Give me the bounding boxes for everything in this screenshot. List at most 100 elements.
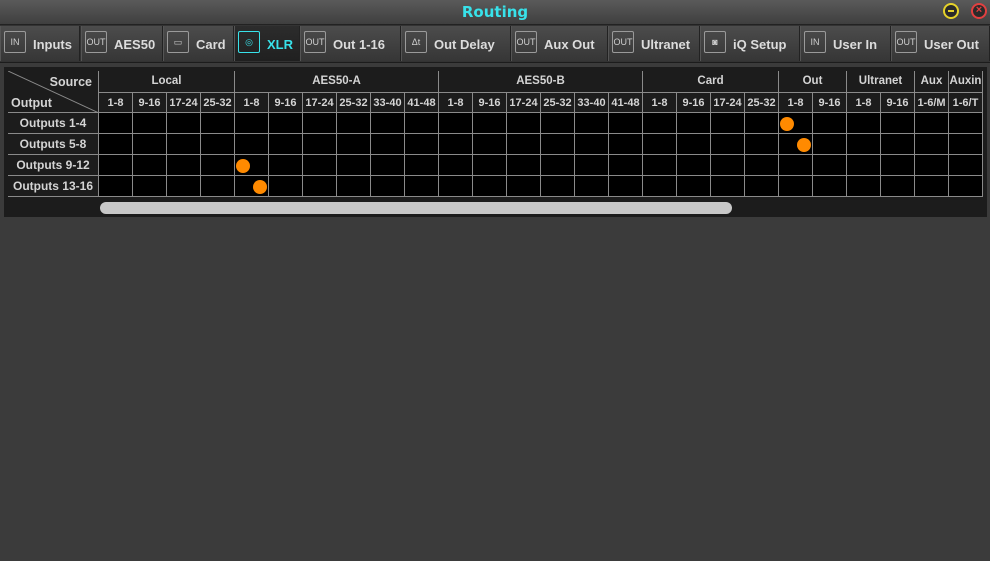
- routing-cell[interactable]: [949, 176, 983, 197]
- routing-cell[interactable]: [609, 134, 643, 155]
- routing-cell[interactable]: [337, 176, 371, 197]
- routing-cell[interactable]: [711, 176, 745, 197]
- routing-cell[interactable]: [99, 134, 133, 155]
- routing-cell[interactable]: [99, 113, 133, 134]
- horizontal-scrollbar[interactable]: [96, 201, 736, 215]
- routing-cell[interactable]: [677, 134, 711, 155]
- routing-cell[interactable]: [779, 176, 813, 197]
- routing-cell[interactable]: [711, 134, 745, 155]
- routing-cell[interactable]: [337, 134, 371, 155]
- tab-iq-setup[interactable]: ◙ iQ Setup: [700, 26, 800, 61]
- routing-cell[interactable]: [303, 134, 337, 155]
- routing-cell[interactable]: [133, 113, 167, 134]
- routing-cell[interactable]: [881, 113, 915, 134]
- routing-cell[interactable]: [405, 113, 439, 134]
- tab-xlr[interactable]: ◎ XLR: [234, 26, 300, 61]
- tab-out-1-16[interactable]: OUT Out 1-16: [300, 26, 401, 61]
- routing-cell[interactable]: [405, 176, 439, 197]
- routing-cell[interactable]: [711, 113, 745, 134]
- routing-cell[interactable]: [303, 176, 337, 197]
- routing-cell[interactable]: [847, 155, 881, 176]
- routing-cell[interactable]: [813, 155, 847, 176]
- routing-cell[interactable]: [575, 155, 609, 176]
- scrollbar-thumb[interactable]: [100, 202, 732, 214]
- routing-cell[interactable]: [133, 134, 167, 155]
- routing-cell[interactable]: [915, 113, 949, 134]
- routing-cell[interactable]: [405, 134, 439, 155]
- routing-cell[interactable]: [949, 134, 983, 155]
- routing-cell[interactable]: [133, 155, 167, 176]
- routing-cell[interactable]: [745, 134, 779, 155]
- routing-cell[interactable]: [643, 134, 677, 155]
- routing-cell[interactable]: [371, 113, 405, 134]
- routing-cell[interactable]: [473, 113, 507, 134]
- routing-cell[interactable]: [541, 155, 575, 176]
- routing-cell[interactable]: [507, 134, 541, 155]
- routing-cell[interactable]: [405, 155, 439, 176]
- routing-cell[interactable]: [235, 113, 269, 134]
- route-assignment-dot[interactable]: [236, 158, 250, 173]
- routing-cell[interactable]: [507, 155, 541, 176]
- routing-cell[interactable]: [99, 155, 133, 176]
- routing-cell[interactable]: [201, 176, 235, 197]
- routing-cell[interactable]: [541, 113, 575, 134]
- routing-cell[interactable]: [541, 134, 575, 155]
- routing-cell[interactable]: [745, 155, 779, 176]
- routing-cell[interactable]: [813, 176, 847, 197]
- routing-cell[interactable]: [167, 134, 201, 155]
- routing-cell[interactable]: [915, 155, 949, 176]
- routing-cell[interactable]: [133, 176, 167, 197]
- routing-cell[interactable]: [473, 155, 507, 176]
- routing-cell[interactable]: [677, 155, 711, 176]
- routing-cell[interactable]: [813, 113, 847, 134]
- routing-cell[interactable]: [779, 155, 813, 176]
- routing-cell[interactable]: [439, 134, 473, 155]
- routing-cell[interactable]: [473, 134, 507, 155]
- routing-cell[interactable]: [847, 113, 881, 134]
- routing-cell[interactable]: [439, 155, 473, 176]
- tab-card[interactable]: ▭ Card: [163, 26, 234, 61]
- routing-cell[interactable]: [949, 113, 983, 134]
- routing-cell[interactable]: [575, 113, 609, 134]
- routing-cell[interactable]: [915, 176, 949, 197]
- routing-cell[interactable]: [813, 134, 847, 155]
- routing-cell[interactable]: [643, 155, 677, 176]
- routing-cell[interactable]: [643, 176, 677, 197]
- routing-cell[interactable]: [677, 176, 711, 197]
- routing-cell[interactable]: [881, 155, 915, 176]
- routing-cell[interactable]: [167, 113, 201, 134]
- route-assignment-dot[interactable]: [797, 137, 811, 152]
- routing-cell[interactable]: [745, 176, 779, 197]
- routing-cell[interactable]: [201, 155, 235, 176]
- routing-cell[interactable]: [711, 155, 745, 176]
- tab-user-in[interactable]: IN User In: [800, 26, 891, 61]
- routing-cell[interactable]: [439, 176, 473, 197]
- tab-aes50[interactable]: OUT AES50: [81, 26, 163, 61]
- minimize-button[interactable]: [943, 3, 959, 19]
- routing-cell[interactable]: [337, 113, 371, 134]
- routing-cell[interactable]: [303, 113, 337, 134]
- routing-cell[interactable]: [507, 176, 541, 197]
- routing-cell[interactable]: [507, 113, 541, 134]
- routing-cell[interactable]: [167, 176, 201, 197]
- routing-cell[interactable]: [99, 176, 133, 197]
- routing-cell[interactable]: [303, 155, 337, 176]
- routing-cell[interactable]: [269, 134, 303, 155]
- routing-cell[interactable]: [847, 176, 881, 197]
- tab-out-delay[interactable]: Δt Out Delay: [401, 26, 511, 61]
- routing-cell[interactable]: [235, 134, 269, 155]
- routing-cell[interactable]: [575, 134, 609, 155]
- routing-cell[interactable]: [439, 113, 473, 134]
- routing-cell[interactable]: [881, 176, 915, 197]
- routing-cell[interactable]: [847, 134, 881, 155]
- routing-cell[interactable]: [201, 113, 235, 134]
- routing-cell[interactable]: [269, 113, 303, 134]
- routing-cell[interactable]: [473, 176, 507, 197]
- tab-ultranet[interactable]: OUT Ultranet: [608, 26, 700, 61]
- routing-cell[interactable]: [167, 155, 201, 176]
- route-assignment-dot[interactable]: [253, 179, 267, 194]
- tab-aux-out[interactable]: OUT Aux Out: [511, 26, 608, 61]
- routing-cell[interactable]: [643, 113, 677, 134]
- routing-cell[interactable]: [269, 155, 303, 176]
- routing-cell[interactable]: [677, 113, 711, 134]
